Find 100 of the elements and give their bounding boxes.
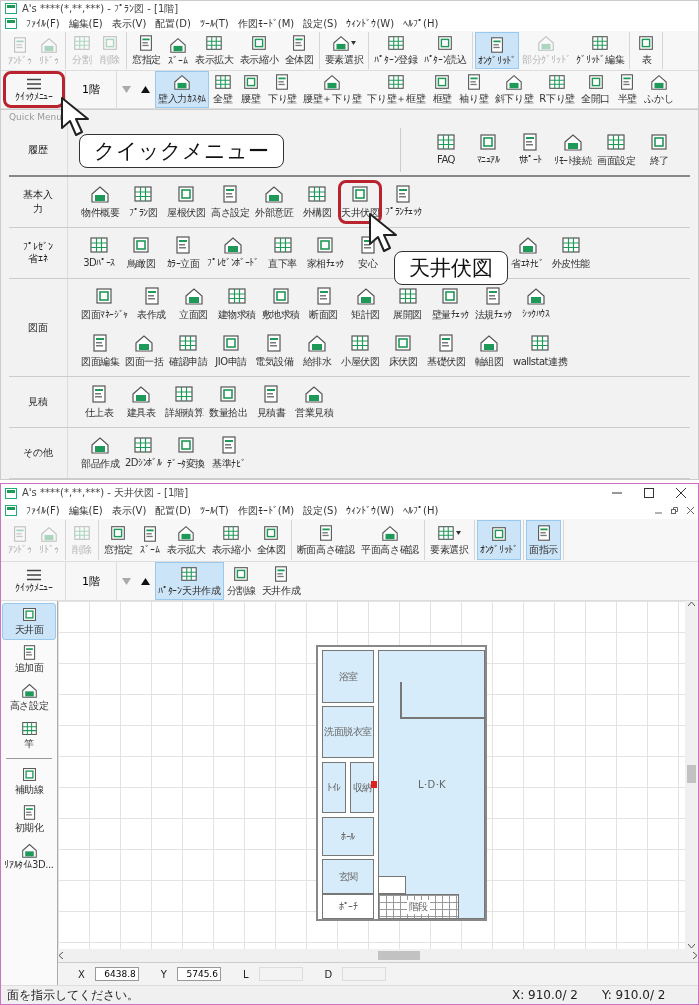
quick-menu-item[interactable]: FAQ — [425, 128, 467, 172]
coordinate-field[interactable]: 5745.6 — [176, 967, 221, 981]
quick-menu-item[interactable]: 確認申請 — [166, 329, 210, 373]
quick-menu-item[interactable]: 矩計図 — [344, 282, 387, 326]
quick-menu-item[interactable]: 詳細積算 — [162, 380, 206, 424]
quick-menu-item[interactable]: 表作成 — [130, 282, 173, 326]
quick-menu-item[interactable]: 終了 — [638, 128, 680, 172]
quick-menu-item[interactable]: 小屋伏図 — [338, 329, 382, 373]
toolbar-button[interactable]: ﾊﾟﾀｰﾝ読込 — [420, 32, 470, 69]
toolbar-button[interactable]: 面指示 — [526, 520, 562, 560]
floor-selector[interactable]: 1階 — [65, 562, 117, 600]
quick-menu-item[interactable]: ｻﾎﾟｰﾄ — [509, 128, 551, 172]
quick-menu-item[interactable]: 電気設備 — [252, 329, 296, 373]
quick-menu-item[interactable]: 鳥瞰図 — [120, 231, 162, 275]
menu-item[interactable]: ｳｨﾝﾄﾞｳ(W) — [346, 505, 395, 516]
quick-menu-item[interactable]: 部品作成 — [78, 431, 122, 475]
toolbar-button[interactable]: 袖り壁 — [456, 71, 492, 108]
menu-item[interactable]: 配置(D) — [155, 16, 191, 31]
menu-item[interactable]: 表示(V) — [111, 16, 147, 31]
drawing-canvas[interactable]: 浴室 洗面脱衣室 ﾄｲﾚ 収納 ﾎｰﾙ 玄関 ﾎﾟｰﾁ L･D･K 階段 — [58, 601, 685, 949]
menu-item[interactable]: 編集(E) — [68, 503, 103, 518]
menu-item[interactable]: 設定(S) — [303, 16, 338, 31]
scroll-thumb[interactable] — [687, 764, 696, 783]
coordinate-field[interactable]: 6438.8 — [94, 967, 139, 981]
chevron-up-icon[interactable] — [688, 601, 695, 606]
toolbar-button[interactable]: 窓指定 — [128, 32, 164, 69]
quick-menu-item[interactable]: 建物求積 — [214, 282, 259, 326]
menu-item[interactable]: 配置(D) — [155, 503, 191, 518]
quick-menu-item[interactable]: ﾌﾟﾗﾝ図 — [122, 180, 164, 224]
quick-menu-item[interactable]: ｼｯｸﾊｳｽ — [514, 282, 557, 326]
quick-menu-item[interactable]: ﾃﾞｰﾀ変換 — [164, 431, 208, 475]
quick-menu-item[interactable]: 図面編集 — [78, 329, 122, 373]
horizontal-scrollbar[interactable] — [58, 949, 698, 962]
vertical-scrollbar[interactable] — [685, 601, 698, 949]
side-tool-button[interactable]: 補助線 — [2, 763, 56, 800]
quick-menu-item[interactable]: 家相ﾁｪｯｸ — [303, 231, 347, 275]
menu-item[interactable]: ﾍﾙﾌﾟ(H) — [403, 18, 439, 30]
maximize-icon[interactable] — [644, 488, 654, 498]
toolbar-button[interactable]: 框壁 — [428, 71, 457, 108]
toolbar-button[interactable]: 断面高さ確認 — [293, 520, 358, 560]
toolbar-button[interactable]: 表示縮小 — [208, 520, 254, 560]
restore-icon[interactable] — [671, 507, 678, 514]
quick-menu-item[interactable]: 物件概要 — [78, 180, 122, 224]
toolbar-button[interactable]: 半壁 — [613, 71, 642, 108]
quick-menu-item[interactable]: 建具表 — [120, 380, 162, 424]
quick-menu-item[interactable]: 仕上表 — [78, 380, 120, 424]
toolbar-button[interactable]: 窓指定 — [100, 520, 136, 560]
toolbar-button[interactable]: 全壁 — [208, 71, 237, 108]
quick-menu-item[interactable]: 外部意匠 — [252, 180, 296, 224]
toolbar-button[interactable]: ｽﾞｰﾑ — [163, 32, 192, 69]
toolbar-button[interactable]: ふかし — [641, 71, 677, 108]
toolbar-button[interactable]: 要素選択 — [321, 32, 367, 69]
menu-item[interactable]: ﾂｰﾙ(T) — [199, 505, 229, 516]
quick-menu-item[interactable]: 断面図 — [302, 282, 345, 326]
menu-item[interactable]: ﾂｰﾙ(T) — [199, 18, 229, 30]
menu-item[interactable]: ﾍﾙﾌﾟ(H) — [403, 505, 439, 516]
quick-menu-item[interactable]: 2Dｼﾝﾎﾞﾙ — [122, 431, 165, 475]
menu-item[interactable]: 表示(V) — [111, 503, 147, 518]
quick-menu-item[interactable]: ｶﾗｰ立面 — [162, 231, 204, 275]
toolbar-button[interactable]: 要素選択 — [427, 520, 472, 560]
menu-item[interactable]: ﾌｧｲﾙ(F) — [26, 18, 60, 30]
quick-menu-item[interactable]: ﾏﾆｭｱﾙ — [467, 128, 509, 172]
quick-menu-item[interactable]: 床伏図 — [382, 329, 424, 373]
side-tool-button[interactable]: 追加面 — [2, 641, 56, 678]
quick-menu-item[interactable]: 給排水 — [296, 329, 338, 373]
toolbar-button[interactable]: R下り壁 — [536, 71, 579, 108]
side-tool-button[interactable]: 天井面 — [2, 603, 56, 640]
quick-menu-item[interactable]: 法規ﾁｪｯｸ — [471, 282, 515, 326]
menu-item[interactable]: 作図ﾓｰﾄﾞ(M) — [237, 503, 295, 518]
toolbar-button[interactable]: 平面高さ確認 — [357, 520, 423, 560]
quick-menu-item[interactable]: 直下率 — [261, 231, 304, 275]
toolbar-button[interactable]: 全開口 — [578, 71, 614, 108]
chevron-down-icon[interactable] — [688, 944, 695, 949]
toolbar-button[interactable]: 下り壁＋框壁 — [364, 71, 429, 108]
toolbar-button[interactable]: 全体図 — [253, 520, 289, 560]
scroll-thumb[interactable] — [378, 951, 420, 960]
quick-menu-item[interactable]: ﾌﾟﾗﾝﾁｪｯｸ — [382, 180, 425, 224]
menu-item[interactable]: 編集(E) — [68, 16, 103, 31]
quick-menu-item[interactable]: 敷地求積 — [258, 282, 303, 326]
toolbar-button[interactable]: 天井作成 — [258, 562, 304, 600]
close-icon[interactable] — [687, 507, 694, 514]
chevron-left-icon[interactable] — [58, 952, 63, 959]
quick-menu-item[interactable]: 軸組図 — [468, 329, 510, 373]
menu-item[interactable]: 作図ﾓｰﾄﾞ(M) — [237, 16, 295, 31]
side-tool-button[interactable]: 高さ設定 — [2, 679, 56, 716]
quick-menu-item[interactable]: 屋根伏図 — [164, 180, 208, 224]
quick-menu-item[interactable]: 外皮性能 — [548, 231, 593, 275]
quick-menu-item[interactable]: 3Dﾊﾟｰｽ — [78, 231, 120, 275]
close-icon[interactable] — [676, 488, 686, 498]
toolbar-button[interactable]: 表示拡大 — [191, 32, 237, 69]
toolbar-button[interactable]: 下り壁 — [264, 71, 300, 108]
quick-menu-item[interactable]: 立面図 — [172, 282, 215, 326]
side-tool-button[interactable]: 初期化 — [2, 801, 56, 838]
quick-menu-item[interactable]: 営業見積 — [292, 380, 336, 424]
quick-menu-item[interactable]: 基準ﾅﾋﾞ — [207, 431, 250, 475]
menu-item[interactable]: ﾌｧｲﾙ(F) — [26, 505, 60, 516]
toolbar-button[interactable]: 腰壁＋下り壁 — [300, 71, 365, 108]
quick-menu-item[interactable]: 高さ設定 — [208, 180, 252, 224]
quick-menu-item[interactable]: 外構図 — [296, 180, 338, 224]
quick-menu-item[interactable]: 画面設定 — [594, 128, 638, 172]
